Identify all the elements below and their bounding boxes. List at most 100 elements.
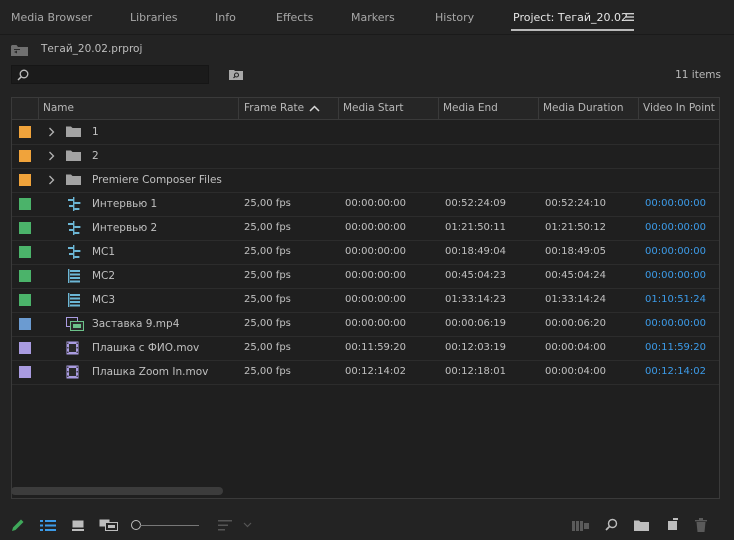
video-in-point-cell[interactable]: 00:00:00:00 bbox=[645, 198, 706, 209]
label-color-swatch[interactable] bbox=[19, 150, 31, 162]
sort-ascending-icon bbox=[309, 105, 320, 112]
tab-project[interactable]: Project: Тегай_20.02 bbox=[513, 11, 628, 24]
list-view-icon[interactable] bbox=[40, 520, 56, 531]
tab-media-browser[interactable]: Media Browser bbox=[11, 11, 92, 24]
tab-effects[interactable]: Effects bbox=[276, 11, 313, 24]
horizontal-scrollbar[interactable] bbox=[11, 487, 223, 495]
item-name[interactable]: MC3 bbox=[92, 294, 115, 306]
frame-rate-cell: 25,00 fps bbox=[244, 342, 291, 353]
column-header-row: Name Frame Rate Media Start Media End Me… bbox=[12, 98, 719, 120]
column-divider[interactable] bbox=[338, 98, 339, 119]
media-start-cell: 00:00:00:00 bbox=[345, 246, 407, 257]
video-clip-icon bbox=[66, 365, 79, 382]
media-end-cell: 00:45:04:23 bbox=[445, 270, 507, 281]
video-in-point-cell[interactable]: 01:10:51:24 bbox=[645, 294, 706, 305]
label-color-swatch[interactable] bbox=[19, 318, 31, 330]
media-duration-cell: 01:33:14:24 bbox=[545, 294, 607, 305]
label-color-swatch[interactable] bbox=[19, 366, 31, 378]
item-name[interactable]: 2 bbox=[92, 150, 99, 162]
video-in-point-cell[interactable]: 00:00:00:00 bbox=[645, 318, 706, 329]
frame-rate-cell: 25,00 fps bbox=[244, 318, 291, 329]
label-color-swatch[interactable] bbox=[19, 294, 31, 306]
video-in-point-cell[interactable]: 00:00:00:00 bbox=[645, 222, 706, 233]
table-row[interactable]: Плашка Zoom In.mov 25,00 fps 00:12:14:02 00… bbox=[12, 360, 719, 385]
table-row[interactable]: MC2 25,00 fps 00:00:00:00 00:45:04:23 00:45:… bbox=[12, 264, 719, 289]
chevron-right-icon[interactable] bbox=[48, 175, 55, 188]
media-duration-cell: 00:00:06:20 bbox=[545, 318, 607, 329]
column-divider[interactable] bbox=[238, 98, 239, 119]
column-header-name[interactable]: Name bbox=[43, 102, 74, 114]
sequence-icon bbox=[66, 245, 82, 262]
automate-to-sequence-icon[interactable] bbox=[572, 520, 589, 531]
item-name[interactable]: MC2 bbox=[92, 270, 115, 282]
item-count: 11 items bbox=[675, 69, 721, 81]
bottom-toolbar bbox=[0, 510, 734, 540]
chevron-right-icon[interactable] bbox=[48, 151, 55, 164]
table-row[interactable]: MC3 25,00 fps 00:00:00:00 01:33:14:23 01:33:… bbox=[12, 288, 719, 313]
label-color-swatch[interactable] bbox=[19, 246, 31, 258]
table-row[interactable]: Premiere Composer Files bbox=[12, 168, 719, 193]
video-in-point-cell[interactable]: 00:00:00:00 bbox=[645, 270, 706, 281]
video-in-point-cell[interactable]: 00:11:59:20 bbox=[645, 342, 706, 353]
icon-view-icon[interactable] bbox=[72, 520, 84, 531]
new-item-icon[interactable] bbox=[666, 518, 679, 531]
table-row[interactable]: 1 bbox=[12, 120, 719, 145]
column-header-video-in-point[interactable]: Video In Point bbox=[643, 102, 715, 114]
media-duration-cell: 00:18:49:05 bbox=[545, 246, 607, 257]
tab-info[interactable]: Info bbox=[215, 11, 236, 24]
label-color-swatch[interactable] bbox=[19, 342, 31, 354]
chevron-right-icon[interactable] bbox=[48, 127, 55, 140]
item-name[interactable]: Заставка 9.mp4 bbox=[92, 318, 179, 330]
table-row[interactable]: Плашка с ФИО.mov 25,00 fps 00:11:59:20 00:1… bbox=[12, 336, 719, 361]
panel-menu-icon[interactable] bbox=[625, 13, 634, 21]
label-color-swatch[interactable] bbox=[19, 126, 31, 138]
column-header-media-start[interactable]: Media Start bbox=[343, 102, 404, 114]
clear-icon[interactable] bbox=[695, 518, 707, 532]
zoom-slider[interactable] bbox=[140, 525, 199, 526]
column-header-media-end[interactable]: Media End bbox=[443, 102, 498, 114]
av-clip-icon bbox=[66, 317, 84, 334]
label-color-swatch[interactable] bbox=[19, 174, 31, 186]
item-name[interactable]: MC1 bbox=[92, 246, 115, 258]
column-divider[interactable] bbox=[538, 98, 539, 119]
label-color-swatch[interactable] bbox=[19, 198, 31, 210]
label-color-swatch[interactable] bbox=[19, 222, 31, 234]
sort-icons-icon[interactable] bbox=[218, 520, 252, 531]
column-divider[interactable] bbox=[638, 98, 639, 119]
frame-rate-cell: 25,00 fps bbox=[244, 294, 291, 305]
media-duration-cell: 01:21:50:12 bbox=[545, 222, 607, 233]
item-name[interactable]: Premiere Composer Files bbox=[92, 174, 222, 186]
tab-history[interactable]: History bbox=[435, 11, 474, 24]
media-duration-cell: 00:00:04:00 bbox=[545, 342, 607, 353]
item-name[interactable]: Интервью 1 bbox=[92, 198, 157, 210]
table-row[interactable]: 2 bbox=[12, 144, 719, 169]
item-name[interactable]: Плашка с ФИО.mov bbox=[92, 342, 199, 354]
label-color-swatch[interactable] bbox=[19, 270, 31, 282]
folder-icon bbox=[66, 173, 81, 188]
search-input[interactable] bbox=[11, 65, 209, 84]
project-item-list: Name Frame Rate Media Start Media End Me… bbox=[11, 97, 720, 499]
table-row[interactable]: Интервью 2 25,00 fps 00:00:00:00 01:21:50:1… bbox=[12, 216, 719, 241]
video-in-point-cell[interactable]: 00:00:00:00 bbox=[645, 246, 706, 257]
video-in-point-cell[interactable]: 00:12:14:02 bbox=[645, 366, 706, 377]
video-clip-icon bbox=[66, 341, 79, 358]
new-bin-icon[interactable] bbox=[634, 519, 649, 531]
tab-markers[interactable]: Markers bbox=[351, 11, 395, 24]
frame-rate-cell: 25,00 fps bbox=[244, 366, 291, 377]
column-divider[interactable] bbox=[438, 98, 439, 119]
media-end-cell: 00:12:03:19 bbox=[445, 342, 507, 353]
find-icon[interactable] bbox=[605, 518, 618, 531]
item-name[interactable]: Плашка Zoom In.mov bbox=[92, 366, 208, 378]
tab-libraries[interactable]: Libraries bbox=[130, 11, 178, 24]
item-name[interactable]: Интервью 2 bbox=[92, 222, 157, 234]
media-duration-cell: 00:45:04:24 bbox=[545, 270, 607, 281]
table-row[interactable]: MC1 25,00 fps 00:00:00:00 00:18:49:04 00:18:… bbox=[12, 240, 719, 265]
item-name[interactable]: 1 bbox=[92, 126, 99, 138]
pencil-icon[interactable] bbox=[11, 518, 25, 532]
table-row[interactable]: Заставка 9.mp4 25,00 fps 00:00:00:00 00:00:… bbox=[12, 312, 719, 337]
table-row[interactable]: Интервью 1 25,00 fps 00:00:00:00 00:52:24:0… bbox=[12, 192, 719, 217]
column-header-frame-rate[interactable]: Frame Rate bbox=[244, 102, 304, 114]
freeform-view-icon[interactable] bbox=[99, 519, 119, 532]
column-header-media-duration[interactable]: Media Duration bbox=[543, 102, 623, 114]
find-in-bin-icon[interactable] bbox=[229, 69, 243, 80]
